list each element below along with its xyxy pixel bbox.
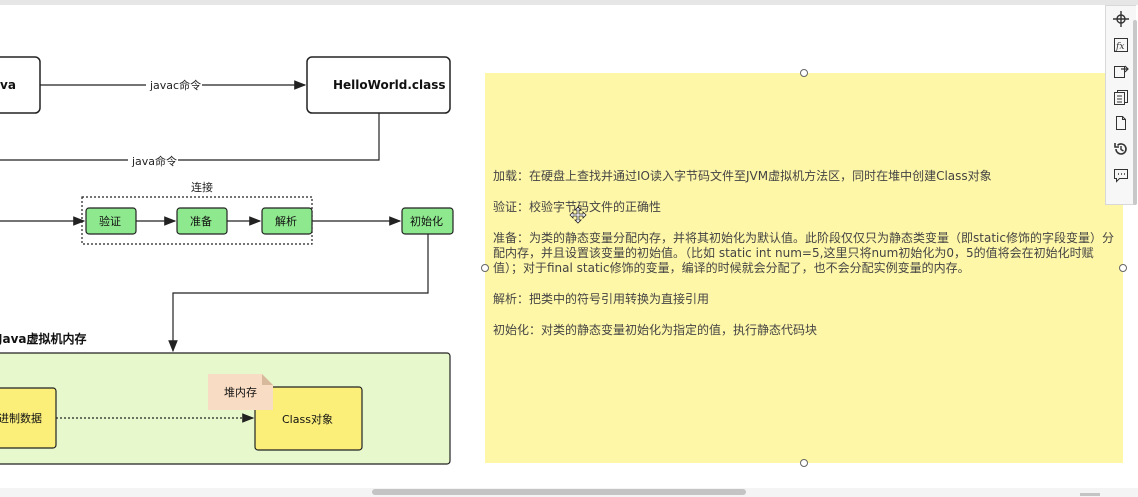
jvm-memory-title: Java虚拟机内存 (0, 331, 86, 346)
binary-data-label: 进制数据 (0, 411, 42, 425)
source-file-node[interactable]: va (0, 56, 41, 114)
class-object-label: Class对象 (282, 412, 333, 426)
vertical-scrollbar[interactable] (1133, 20, 1137, 205)
note-paragraph-load: 加载：在硬盘上查找并通过IO读入字节码文件至JVM虚拟机方法区，同时在堆中创建C… (493, 169, 992, 183)
formula-icon[interactable]: fx (1106, 32, 1136, 58)
resize-handle-right[interactable] (1119, 264, 1127, 272)
step-verify[interactable]: 验证 (85, 207, 137, 235)
svg-text:fx: fx (1115, 42, 1124, 52)
note-body: 加载：在硬盘上查找并通过IO读入字节码文件至JVM虚拟机方法区，同时在堆中创建C… (493, 169, 1117, 354)
init-to-memory-edge (168, 234, 429, 353)
note-paragraph-prepare: 准备：为类的静态变量分配内存，并将其初始化为默认值。此阶段仅仅只为静态类变量（即… (493, 231, 1114, 275)
resize-handle-bottom[interactable] (800, 459, 808, 467)
heap-label: 堆内存 (224, 385, 257, 399)
sticky-note[interactable]: 加载：在硬盘上查找并通过IO读入字节码文件至JVM虚拟机方法区，同时在堆中创建C… (485, 73, 1123, 463)
file-icon[interactable] (1106, 110, 1136, 136)
step-init-label: 初始化 (410, 214, 443, 228)
note-paragraph-init: 初始化：对类的静态变量初始化为指定的值，执行静态代码块 (493, 323, 818, 337)
step-resolve[interactable]: 解析 (261, 207, 313, 235)
java-edge[interactable] (0, 113, 380, 161)
javac-edge-label: javac命令 (149, 78, 201, 92)
step-init[interactable]: 初始化 (401, 207, 454, 235)
move-cursor-icon (569, 206, 587, 224)
binary-data-node[interactable]: 进制数据 (0, 387, 57, 449)
class-file-node[interactable]: HelloWorld.class (306, 56, 451, 114)
flow-diagram: va javac命令 HelloWorld.class java命令 连接 验证… (0, 56, 454, 465)
class-file-label: HelloWorld.class (333, 78, 446, 92)
resize-handle-top[interactable] (800, 69, 808, 77)
step-prepare[interactable]: 准备 (176, 207, 228, 235)
crosshair-icon[interactable] (1106, 6, 1136, 32)
horizontal-scrollbar[interactable] (372, 489, 746, 495)
group-label: 连接 (191, 181, 213, 194)
step-resolve-label: 解析 (275, 214, 297, 228)
right-toolbar: fx (1105, 5, 1136, 205)
resize-handle-left[interactable] (481, 264, 489, 272)
java-edge-label: java命令 (131, 154, 177, 168)
note-paragraph-resolve: 解析：把类中的符号引用转换为直接引用 (493, 292, 710, 306)
history-icon[interactable] (1106, 136, 1136, 162)
scroll-corner (1080, 493, 1100, 496)
step-prepare-label: 准备 (190, 214, 212, 228)
comment-icon[interactable] (1106, 162, 1136, 188)
pages-icon[interactable] (1106, 84, 1136, 110)
step-verify-label: 验证 (99, 214, 121, 228)
heap-note[interactable]: 堆内存 (208, 374, 273, 410)
export-icon[interactable] (1106, 58, 1136, 84)
source-file-label: va (0, 78, 16, 92)
